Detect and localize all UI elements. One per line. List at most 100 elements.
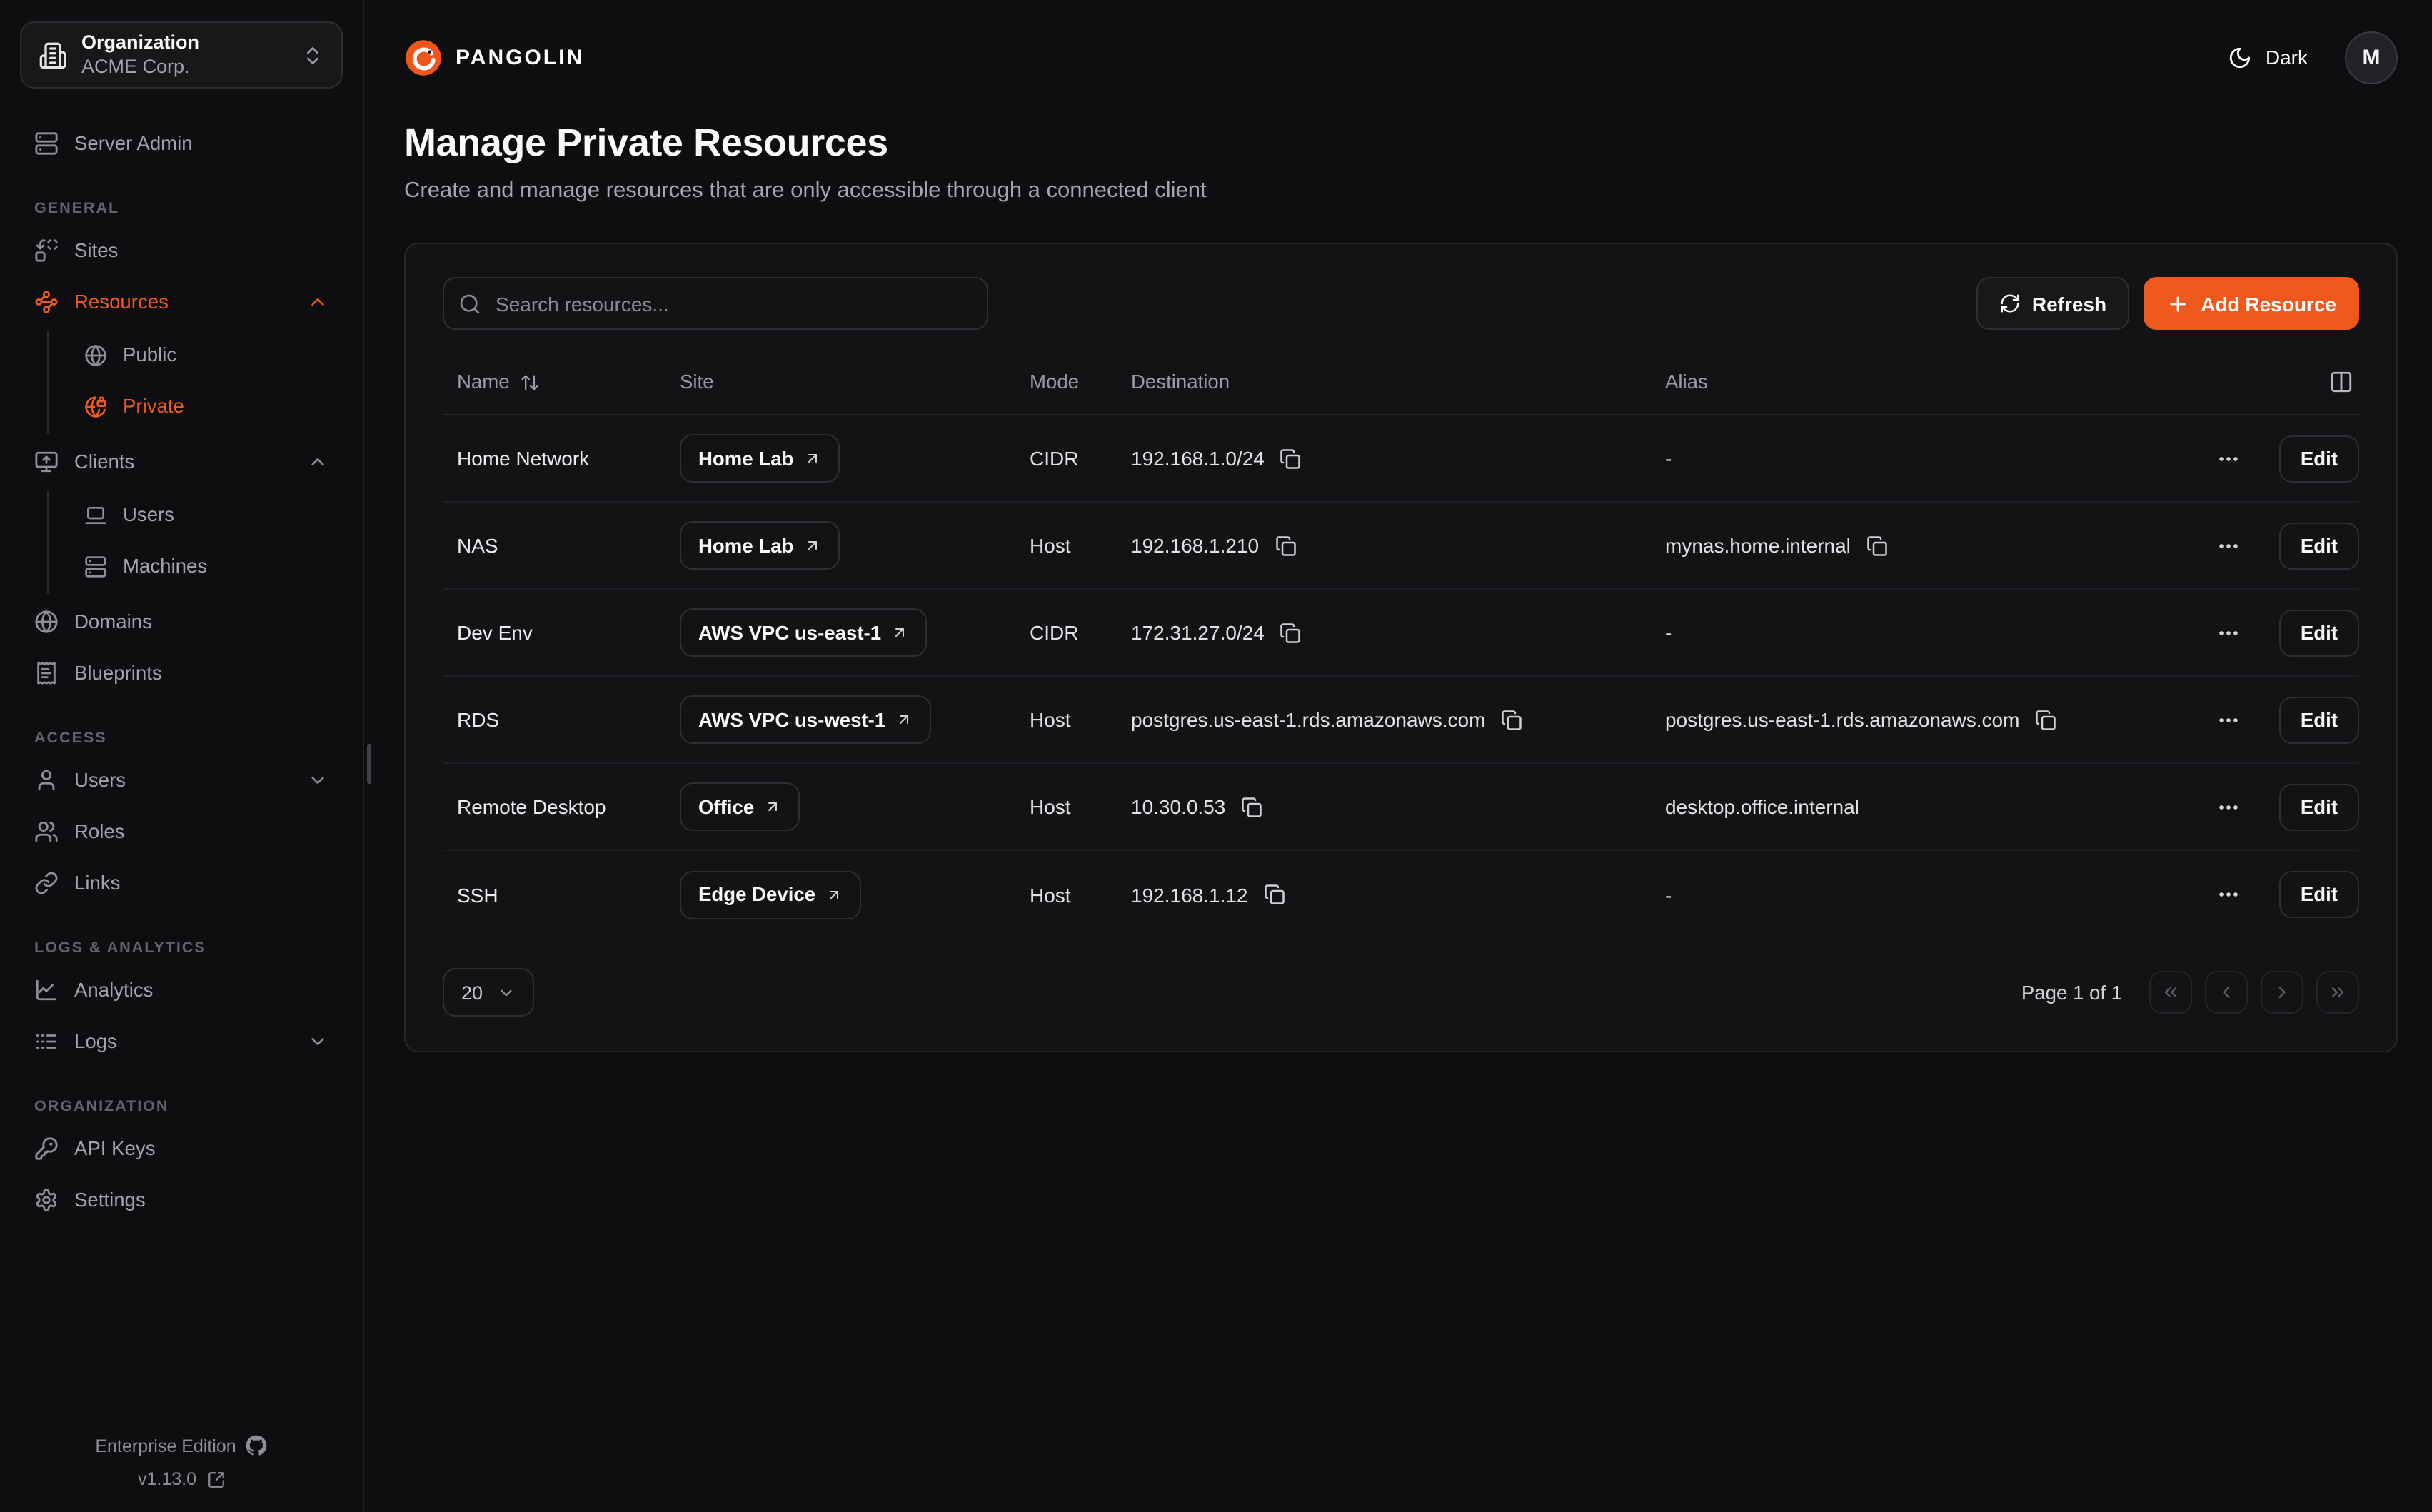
row-menu-button[interactable]: [2210, 789, 2246, 825]
sidebar-item-users[interactable]: Users: [20, 757, 343, 804]
site-cell: Home Lab: [680, 521, 1030, 570]
row-menu-button[interactable]: [2210, 615, 2246, 650]
sidebar-item-analytics[interactable]: Analytics: [20, 967, 343, 1014]
refresh-icon: [1999, 293, 2021, 314]
brand: PANGOLIN: [404, 38, 584, 76]
table-row: Remote DesktopOfficeHost10.30.0.53deskto…: [443, 764, 2359, 851]
mode-value: CIDR: [1030, 447, 1131, 470]
row-menu-button[interactable]: [2210, 702, 2246, 737]
sidebar-item-label: Machines: [123, 555, 207, 577]
copy-destination-button[interactable]: [1277, 445, 1305, 472]
sidebar-item-sites[interactable]: Sites: [20, 227, 343, 274]
destination-value: 192.168.1.12: [1131, 883, 1248, 906]
mode-value: Host: [1030, 883, 1131, 906]
version-link[interactable]: v1.13.0: [138, 1469, 225, 1489]
resource-name: Dev Env: [443, 621, 680, 644]
site-link-button[interactable]: AWS VPC us-east-1: [680, 608, 927, 657]
theme-toggle[interactable]: Dark: [2229, 45, 2308, 69]
sidebar-item-clients[interactable]: Clients: [20, 438, 343, 485]
copy-icon: [1501, 709, 1522, 730]
last-page-button[interactable]: [2316, 971, 2359, 1014]
sidebar-item-label: Roles: [74, 821, 125, 842]
row-menu-button[interactable]: [2210, 528, 2246, 563]
ellipsis-icon: [2216, 707, 2240, 732]
chevron-down-icon: [307, 1031, 328, 1052]
page-title: Manage Private Resources: [404, 121, 2398, 166]
site-cell: Home Lab: [680, 434, 1030, 483]
sidebar-item-blueprints[interactable]: Blueprints: [20, 650, 343, 697]
add-resource-button[interactable]: Add Resource: [2144, 277, 2359, 330]
search-input[interactable]: [443, 277, 988, 330]
sidebar-item-links[interactable]: Links: [20, 860, 343, 907]
sidebar-item-resources[interactable]: Resources: [20, 278, 343, 326]
site-cell: AWS VPC us-west-1: [680, 695, 1030, 744]
table-row: NASHome LabHost192.168.1.210mynas.home.i…: [443, 503, 2359, 590]
main-content: PANGOLIN Dark M Manage Private Resources…: [364, 0, 2432, 1512]
copy-destination-button[interactable]: [1238, 793, 1265, 820]
arrow-up-right-icon: [895, 711, 913, 728]
copy-alias-button[interactable]: [2032, 706, 2059, 733]
sidebar-item-machines[interactable]: Machines: [70, 543, 343, 590]
sidebar-scrollbar-thumb[interactable]: [367, 744, 371, 784]
site-link-label: AWS VPC us-east-1: [698, 622, 881, 643]
sidebar-item-api-keys[interactable]: API Keys: [20, 1125, 343, 1172]
sidebar-item-private[interactable]: Private: [70, 383, 343, 430]
laptop-icon: [84, 503, 107, 526]
copy-destination-button[interactable]: [1277, 619, 1305, 646]
github-icon: [246, 1435, 268, 1456]
org-switcher[interactable]: Organization ACME Corp.: [20, 21, 343, 89]
sidebar-item-client-users[interactable]: Users: [70, 491, 343, 538]
sidebar-item-label: Resources: [74, 291, 169, 313]
table-row: Dev EnvAWS VPC us-east-1CIDR172.31.27.0/…: [443, 590, 2359, 677]
column-header-name[interactable]: Name: [443, 371, 680, 393]
edit-button[interactable]: Edit: [2279, 609, 2359, 656]
sidebar-section-label: ACCESS: [20, 730, 343, 747]
sidebar-item-logs[interactable]: Logs: [20, 1018, 343, 1065]
theme-toggle-label: Dark: [2266, 46, 2308, 69]
link-icon: [34, 871, 59, 895]
column-header-label: Site: [680, 371, 714, 393]
sidebar-item-settings[interactable]: Settings: [20, 1176, 343, 1224]
page-size-select[interactable]: 20: [443, 968, 534, 1017]
org-switcher-value: ACME Corp.: [81, 55, 199, 79]
site-link-button[interactable]: AWS VPC us-west-1: [680, 695, 931, 744]
github-icon: [246, 1435, 268, 1456]
user-avatar[interactable]: M: [2345, 31, 2398, 84]
ellipsis-icon: [2216, 620, 2240, 645]
arrow-up-right-icon: [803, 537, 820, 554]
edition-link[interactable]: Enterprise Edition: [95, 1435, 267, 1456]
copy-destination-button[interactable]: [1272, 532, 1299, 559]
chevron-down-icon: [497, 983, 516, 1002]
sidebar-subnav-clients: Users Machines: [47, 491, 343, 594]
edit-button[interactable]: Edit: [2279, 435, 2359, 482]
edit-button[interactable]: Edit: [2279, 783, 2359, 830]
edit-button[interactable]: Edit: [2279, 696, 2359, 743]
edit-button[interactable]: Edit: [2279, 522, 2359, 569]
copy-destination-button[interactable]: [1498, 706, 1525, 733]
refresh-button[interactable]: Refresh: [1976, 277, 2129, 330]
next-page-button[interactable]: [2261, 971, 2303, 1014]
first-page-button[interactable]: [2149, 971, 2192, 1014]
site-link-button[interactable]: Home Lab: [680, 434, 839, 483]
site-link-button[interactable]: Office: [680, 782, 800, 831]
sidebar-item-label: Users: [123, 504, 174, 525]
sidebar-item-roles[interactable]: Roles: [20, 808, 343, 855]
row-menu-button[interactable]: [2210, 440, 2246, 476]
site-link-button[interactable]: Edge Device: [680, 870, 861, 919]
mode-value: Host: [1030, 708, 1131, 731]
search-icon: [458, 292, 481, 315]
sidebar-item-public[interactable]: Public: [70, 331, 343, 378]
org-switcher-label: Organization: [81, 31, 199, 55]
columns-toggle-button[interactable]: [2323, 364, 2359, 400]
sidebar-item-domains[interactable]: Domains: [20, 598, 343, 645]
mode-value: Host: [1030, 795, 1131, 818]
site-link-button[interactable]: Home Lab: [680, 521, 839, 570]
alias-cell: desktop.office.internal: [1665, 795, 2196, 818]
edit-button[interactable]: Edit: [2279, 871, 2359, 918]
column-header-destination: Destination: [1131, 371, 1665, 393]
prev-page-button[interactable]: [2205, 971, 2248, 1014]
row-menu-button[interactable]: [2210, 877, 2246, 912]
copy-destination-button[interactable]: [1261, 881, 1288, 908]
sidebar-item-server-admin[interactable]: Server Admin: [20, 120, 343, 167]
copy-alias-button[interactable]: [1864, 532, 1891, 559]
